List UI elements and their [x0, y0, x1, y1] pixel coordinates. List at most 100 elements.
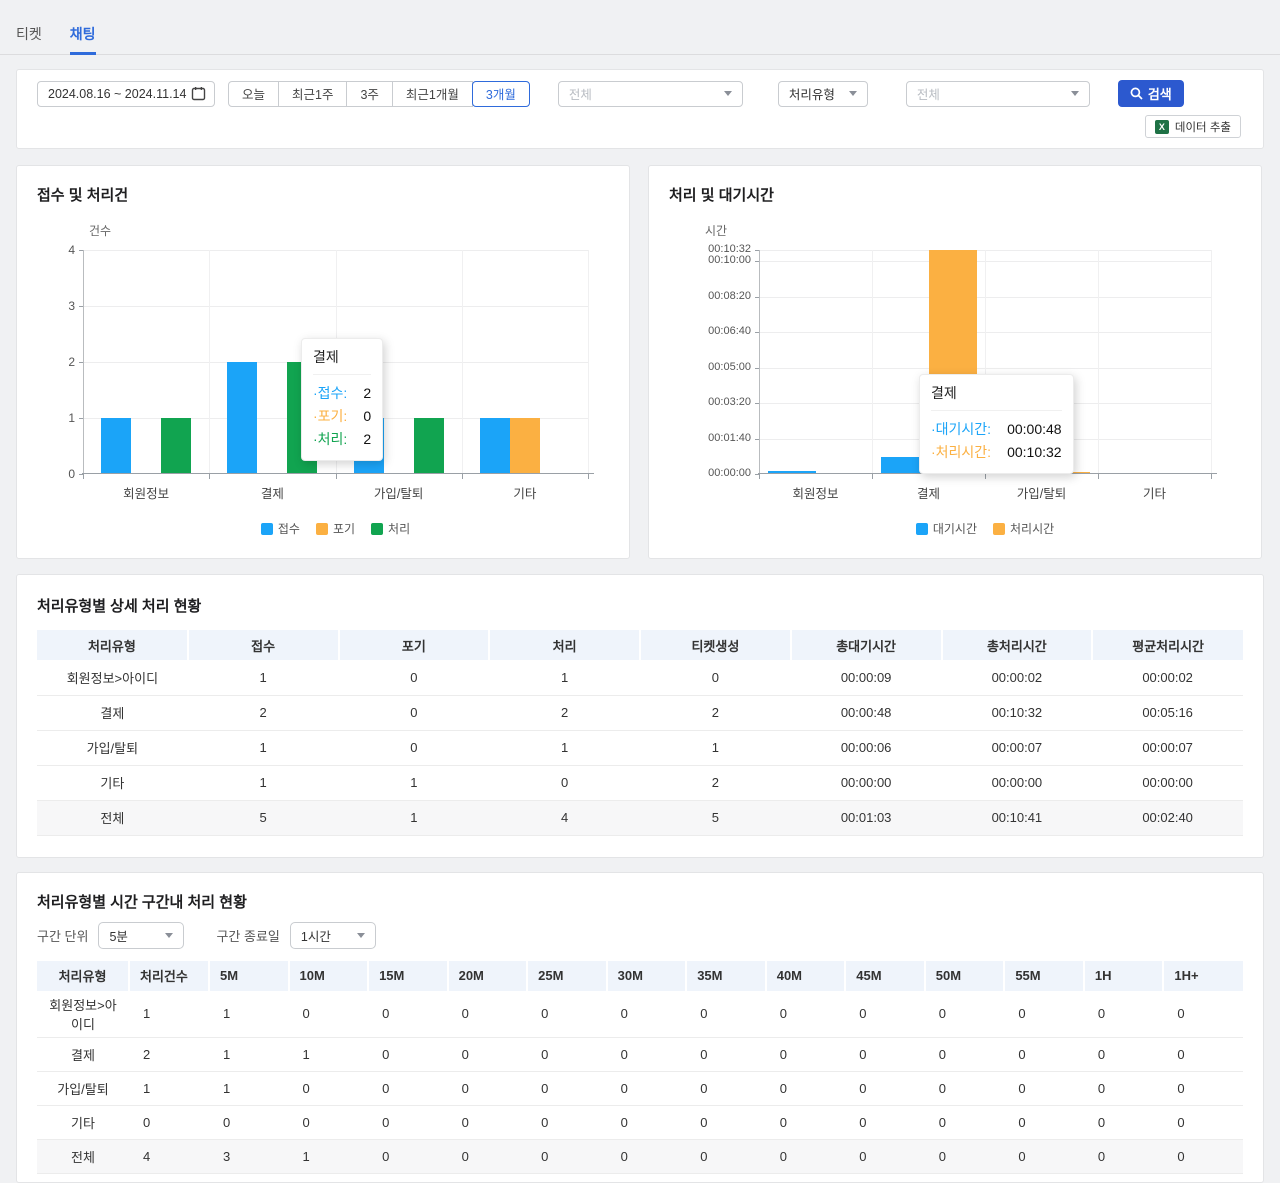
quick-range-button[interactable]: 오늘: [228, 81, 279, 107]
table-cell: 0: [1084, 1037, 1164, 1071]
filter-select-1[interactable]: 전체: [558, 81, 743, 107]
table-row: 기타00000000000000: [37, 1105, 1243, 1139]
legend-item-처리[interactable]: 처리: [371, 520, 410, 537]
table-cell: 0: [527, 1105, 607, 1139]
legend-item-대기시간[interactable]: 대기시간: [916, 520, 977, 537]
table-cell: 0: [368, 1071, 448, 1105]
interval-end-label: 구간 종료일: [216, 926, 279, 945]
y-tick-label: 00:03:20: [681, 396, 751, 408]
table-cell: 0: [686, 991, 766, 1038]
chart-card-receipts: 접수 및 처리건 건수43210회원정보결제가입/탈퇴기타접수포기처리결제·접수…: [16, 165, 630, 559]
tab-chat[interactable]: 채팅: [70, 24, 96, 54]
y-tick-label: 2: [5, 355, 75, 369]
bar-기타-포기[interactable]: [510, 418, 540, 474]
chevron-down-icon: [165, 933, 173, 938]
table-cell: 0: [1163, 991, 1243, 1038]
table-cell: 0: [607, 1071, 687, 1105]
table-cell: 0: [845, 1105, 925, 1139]
column-header: 총대기시간: [791, 630, 942, 660]
table-row: 가입/탈퇴101100:00:0600:00:0700:00:07: [37, 730, 1243, 765]
chart-card-wait-time: 처리 및 대기시간 시간00:10:3200:10:0000:08:2000:0…: [648, 165, 1262, 559]
table-cell: 기타: [37, 765, 188, 800]
table-row: 가입/탈퇴11000000000000: [37, 1071, 1243, 1105]
table-cell: 0: [925, 1105, 1005, 1139]
x-axis-label: 기타: [465, 483, 585, 502]
table-cell: 0: [766, 1037, 846, 1071]
filter-select-2[interactable]: 처리유형: [778, 81, 868, 107]
table-cell: 0: [209, 1105, 289, 1139]
tooltip-row: ·포기:0: [313, 405, 371, 428]
column-header: 25M: [527, 961, 607, 991]
chevron-down-icon: [849, 91, 857, 96]
bar-결제-접수[interactable]: [227, 362, 257, 474]
x-tick-mark: [872, 474, 873, 479]
column-header: 55M: [1004, 961, 1084, 991]
table-cell: 0: [368, 991, 448, 1038]
filter-select-3[interactable]: 전체: [906, 81, 1090, 107]
legend-item-포기[interactable]: 포기: [316, 520, 355, 537]
legend-item-처리시간[interactable]: 처리시간: [993, 520, 1054, 537]
date-range-input[interactable]: 2024.08.16 ~ 2024.11.14: [37, 81, 215, 107]
table-cell: 1: [188, 660, 339, 695]
calendar-icon[interactable]: [191, 86, 206, 101]
table-cell: 0: [640, 660, 791, 695]
table-cell: 00:10:32: [942, 695, 1093, 730]
detail-table: 처리유형접수포기처리티켓생성총대기시간총처리시간평균처리시간회원정보>아이디10…: [37, 630, 1243, 836]
export-button[interactable]: X 데이터 추출: [1145, 115, 1241, 138]
tooltip-value: 0: [363, 405, 371, 428]
y-tick-label: 3: [5, 299, 75, 313]
tab-bar: 티켓 채팅: [0, 0, 1280, 55]
table-cell: 00:00:02: [1092, 660, 1243, 695]
table-cell: 0: [607, 991, 687, 1038]
column-header: 평균처리시간: [1092, 630, 1243, 660]
table-cell: 결제: [37, 1037, 129, 1071]
legend-item-접수[interactable]: 접수: [261, 520, 300, 537]
y-tick-label: 00:10:32: [681, 243, 751, 255]
x-axis-label: 회원정보: [756, 483, 876, 502]
table-cell: 0: [129, 1105, 209, 1139]
column-header: 처리유형: [37, 961, 129, 991]
quick-range-button[interactable]: 3개월: [472, 81, 530, 107]
quick-range-button[interactable]: 3주: [346, 81, 392, 107]
tab-ticket[interactable]: 티켓: [16, 24, 42, 54]
interval-end-value: 1시간: [301, 926, 331, 945]
legend-label: 대기시간: [933, 520, 977, 537]
tooltip-row: ·처리:2: [313, 428, 371, 451]
quick-range-button[interactable]: 최근1주: [278, 81, 347, 107]
interval-end-select[interactable]: 1시간: [290, 922, 376, 949]
filter-row: 2024.08.16 ~ 2024.11.14 오늘최근1주3주최근1개월3개월…: [37, 80, 1241, 107]
chart-tooltip: 결제·접수:2·포기:0·처리:2: [301, 338, 383, 461]
date-range-value: 2024.08.16 ~ 2024.11.14: [48, 87, 186, 101]
column-header: 40M: [766, 961, 846, 991]
search-button[interactable]: 검색: [1118, 80, 1184, 107]
bar-회원정보-접수[interactable]: [101, 418, 131, 474]
bar-가입/탈퇴-처리[interactable]: [414, 418, 444, 474]
table-cell: 0: [845, 1071, 925, 1105]
bar-회원정보-처리[interactable]: [161, 418, 191, 474]
x-tick-mark: [83, 474, 84, 479]
table-cell: 1: [489, 660, 640, 695]
x-tick-mark: [985, 474, 986, 479]
table-cell: 00:00:00: [942, 765, 1093, 800]
y-tick-label: 00:01:40: [681, 432, 751, 444]
table-cell: 0: [1163, 1037, 1243, 1071]
tooltip-value: 00:00:48: [1007, 418, 1062, 441]
table-cell: 1: [289, 1037, 369, 1071]
table-cell: 0: [448, 1071, 528, 1105]
chevron-down-icon: [1071, 91, 1079, 96]
bar-기타-접수[interactable]: [480, 418, 510, 474]
column-header: 처리건수: [129, 961, 209, 991]
x-axis-label: 기타: [1095, 483, 1215, 502]
table-cell: 0: [289, 1071, 369, 1105]
column-header: 1H+: [1163, 961, 1243, 991]
column-header: 45M: [845, 961, 925, 991]
x-tick-mark: [1098, 474, 1099, 479]
y-axis-title: 시간: [705, 222, 727, 239]
chevron-down-icon: [724, 91, 732, 96]
filter-select-3-value: 전체: [917, 84, 940, 103]
table-cell: 0: [766, 1071, 846, 1105]
tooltip-value: 2: [363, 382, 371, 405]
interval-unit-select[interactable]: 5분: [98, 922, 184, 949]
quick-range-button[interactable]: 최근1개월: [392, 81, 473, 107]
table-cell: 0: [686, 1139, 766, 1173]
